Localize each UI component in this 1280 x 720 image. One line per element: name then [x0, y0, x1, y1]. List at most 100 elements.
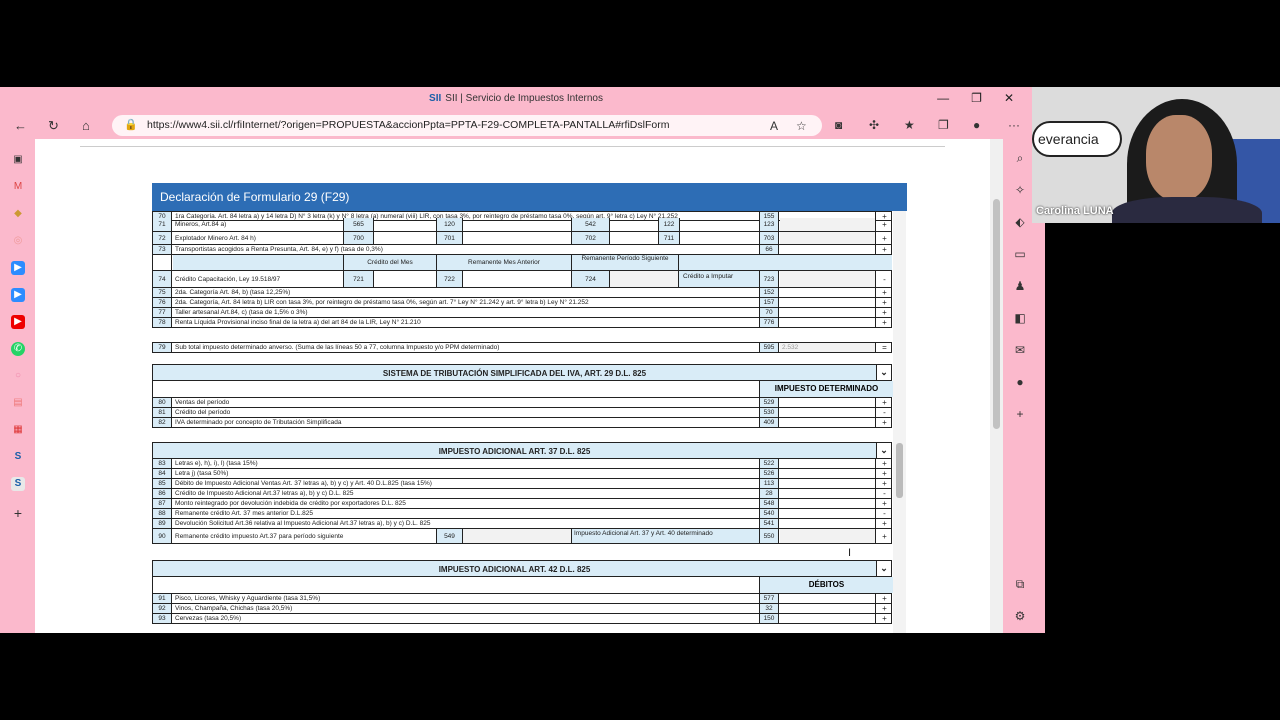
- zoom-icon[interactable]: ▶: [11, 261, 25, 275]
- row-cell-input[interactable]: [609, 271, 678, 287]
- form-scrollbar-thumb[interactable]: [896, 443, 903, 498]
- row-cell-input[interactable]: [462, 529, 571, 543]
- row-value-input[interactable]: [780, 245, 876, 254]
- zoom-icon-2[interactable]: ▶: [11, 288, 25, 302]
- gmail-icon[interactable]: M: [11, 180, 25, 194]
- row-value-input[interactable]: [780, 318, 876, 327]
- column-header: IMPUESTO DETERMINADO: [152, 381, 893, 398]
- row-value-input[interactable]: [780, 232, 876, 244]
- row-value-input[interactable]: [780, 604, 876, 613]
- read-aloud-icon[interactable]: A: [770, 119, 778, 133]
- row-cell-input[interactable]: [679, 218, 759, 231]
- chevron-down-icon[interactable]: ⌄: [876, 365, 891, 380]
- row-cell-input[interactable]: [373, 232, 436, 244]
- row-value-input[interactable]: [780, 529, 876, 543]
- row-description: Cervezas (tasa 20,5%): [175, 615, 242, 622]
- minimize-button[interactable]: —: [937, 91, 949, 105]
- row-cell-input[interactable]: [373, 271, 436, 287]
- row-value-input[interactable]: [780, 398, 876, 407]
- row-value-input[interactable]: [780, 308, 876, 317]
- row-value-input[interactable]: [780, 288, 876, 297]
- row-value-input[interactable]: [780, 218, 876, 231]
- briefcase-icon[interactable]: ▭: [1013, 247, 1027, 261]
- chevron-down-icon[interactable]: ⌄: [876, 561, 891, 576]
- search-icon[interactable]: ⌕: [1013, 151, 1027, 166]
- whatsapp-icon[interactable]: ✆: [11, 342, 25, 356]
- add-icon[interactable]: +: [11, 506, 25, 520]
- row-value-input[interactable]: [780, 594, 876, 603]
- close-button[interactable]: ✕: [1004, 91, 1014, 105]
- tab-title[interactable]: SII SII | Servicio de Impuestos Internos: [0, 93, 1032, 104]
- row-sign: +: [882, 479, 887, 488]
- row-value-input[interactable]: [780, 271, 876, 287]
- settings-gear-icon[interactable]: ⚙: [1013, 609, 1027, 623]
- credit-header-row: Crédito del Mes Remanente Mes Anterior R…: [152, 255, 892, 271]
- row-description: Letra j) (tasa 50%): [175, 470, 229, 477]
- reload-button[interactable]: ↻: [48, 118, 59, 134]
- profile-icon[interactable]: ●: [973, 118, 980, 132]
- collections-icon[interactable]: ❐: [938, 118, 949, 132]
- chevron-down-icon[interactable]: ⌄: [876, 443, 891, 458]
- row-cell-input[interactable]: [462, 218, 571, 231]
- row-value-input[interactable]: [780, 418, 876, 427]
- section-header-art42[interactable]: IMPUESTO ADICIONAL ART. 42 D.L. 825 ⌄: [152, 560, 892, 577]
- row-value-input[interactable]: [780, 408, 876, 417]
- more-button[interactable]: ···: [1008, 118, 1020, 132]
- row-value-input[interactable]: [780, 298, 876, 307]
- app-icon-2[interactable]: ○: [11, 369, 25, 383]
- calendar-icon[interactable]: ▦: [11, 423, 25, 437]
- row-cell-input[interactable]: [462, 232, 571, 244]
- row-code: 550: [759, 529, 779, 543]
- row-value-input[interactable]: [780, 469, 876, 478]
- home-button[interactable]: ⌂: [82, 118, 90, 133]
- restore-button[interactable]: ❐: [971, 91, 982, 105]
- row-cell-code: 542: [571, 218, 609, 231]
- form-row-78: 78 Renta Líquida Provisional inciso fina…: [152, 318, 892, 328]
- row-cell-input[interactable]: [373, 218, 436, 231]
- form-scrollbar[interactable]: [893, 211, 906, 633]
- back-button[interactable]: ←: [14, 118, 27, 133]
- row-cell-input[interactable]: [609, 232, 658, 244]
- app-icon[interactable]: ◆: [11, 207, 25, 221]
- youtube-icon[interactable]: ▶: [11, 315, 25, 329]
- split-screen-icon[interactable]: ⧉: [1013, 577, 1027, 592]
- tabs-icon[interactable]: ▣: [11, 153, 25, 167]
- row-cell-input[interactable]: [679, 232, 759, 244]
- row-cell-input[interactable]: [609, 218, 658, 231]
- sii-active-icon[interactable]: S: [11, 477, 25, 491]
- outlook-icon[interactable]: ✉: [1013, 343, 1027, 357]
- row-sign: +: [882, 604, 887, 613]
- row-value-input[interactable]: [780, 519, 876, 528]
- row-value-input[interactable]: [780, 459, 876, 468]
- row-code: 150: [759, 614, 779, 623]
- row-value-input[interactable]: [780, 489, 876, 498]
- row-value-input[interactable]: [780, 509, 876, 518]
- page-scrollbar-thumb[interactable]: [993, 199, 1000, 429]
- row-description: Devolución Solicitud Art.36 relativa al …: [175, 520, 431, 527]
- blank-cell: [678, 255, 892, 270]
- document-icon[interactable]: ▤: [11, 396, 25, 410]
- row-cell-input[interactable]: [462, 271, 571, 287]
- office-icon[interactable]: ◧: [1013, 311, 1027, 325]
- favorites-icon[interactable]: ★: [904, 118, 915, 132]
- favorite-star-icon[interactable]: ☆: [796, 119, 807, 133]
- games-icon[interactable]: ♟: [1013, 279, 1027, 293]
- tag-icon[interactable]: ⬖: [1013, 215, 1027, 229]
- section-header-art37[interactable]: IMPUESTO ADICIONAL ART. 37 D.L. 825 ⌄: [152, 442, 892, 459]
- section-header-iva[interactable]: SISTEMA DE TRIBUTACIÓN SIMPLIFICADA DEL …: [152, 364, 892, 381]
- add-sidebar-icon[interactable]: +: [1013, 407, 1027, 421]
- row-value-input[interactable]: [780, 614, 876, 623]
- shield-icon[interactable]: ◙: [835, 118, 842, 132]
- copilot-icon[interactable]: ✧: [1013, 183, 1027, 197]
- page-scrollbar[interactable]: [990, 139, 1003, 633]
- row-value-input[interactable]: [780, 499, 876, 508]
- row-description: Sub total impuesto determinado anverso. …: [175, 344, 500, 351]
- row-description: Transportistas acogidos a Renta Presunta…: [175, 246, 383, 253]
- row-sign: +: [882, 499, 887, 508]
- spotify-icon[interactable]: ●: [1013, 375, 1027, 389]
- extensions-icon[interactable]: ✣: [869, 118, 879, 132]
- url-input[interactable]: 🔒 https://www4.sii.cl/rfiInternet/?orige…: [112, 115, 822, 136]
- sii-icon[interactable]: S: [11, 450, 25, 464]
- search-app-icon[interactable]: ◎: [11, 234, 25, 248]
- row-value-input[interactable]: [780, 479, 876, 488]
